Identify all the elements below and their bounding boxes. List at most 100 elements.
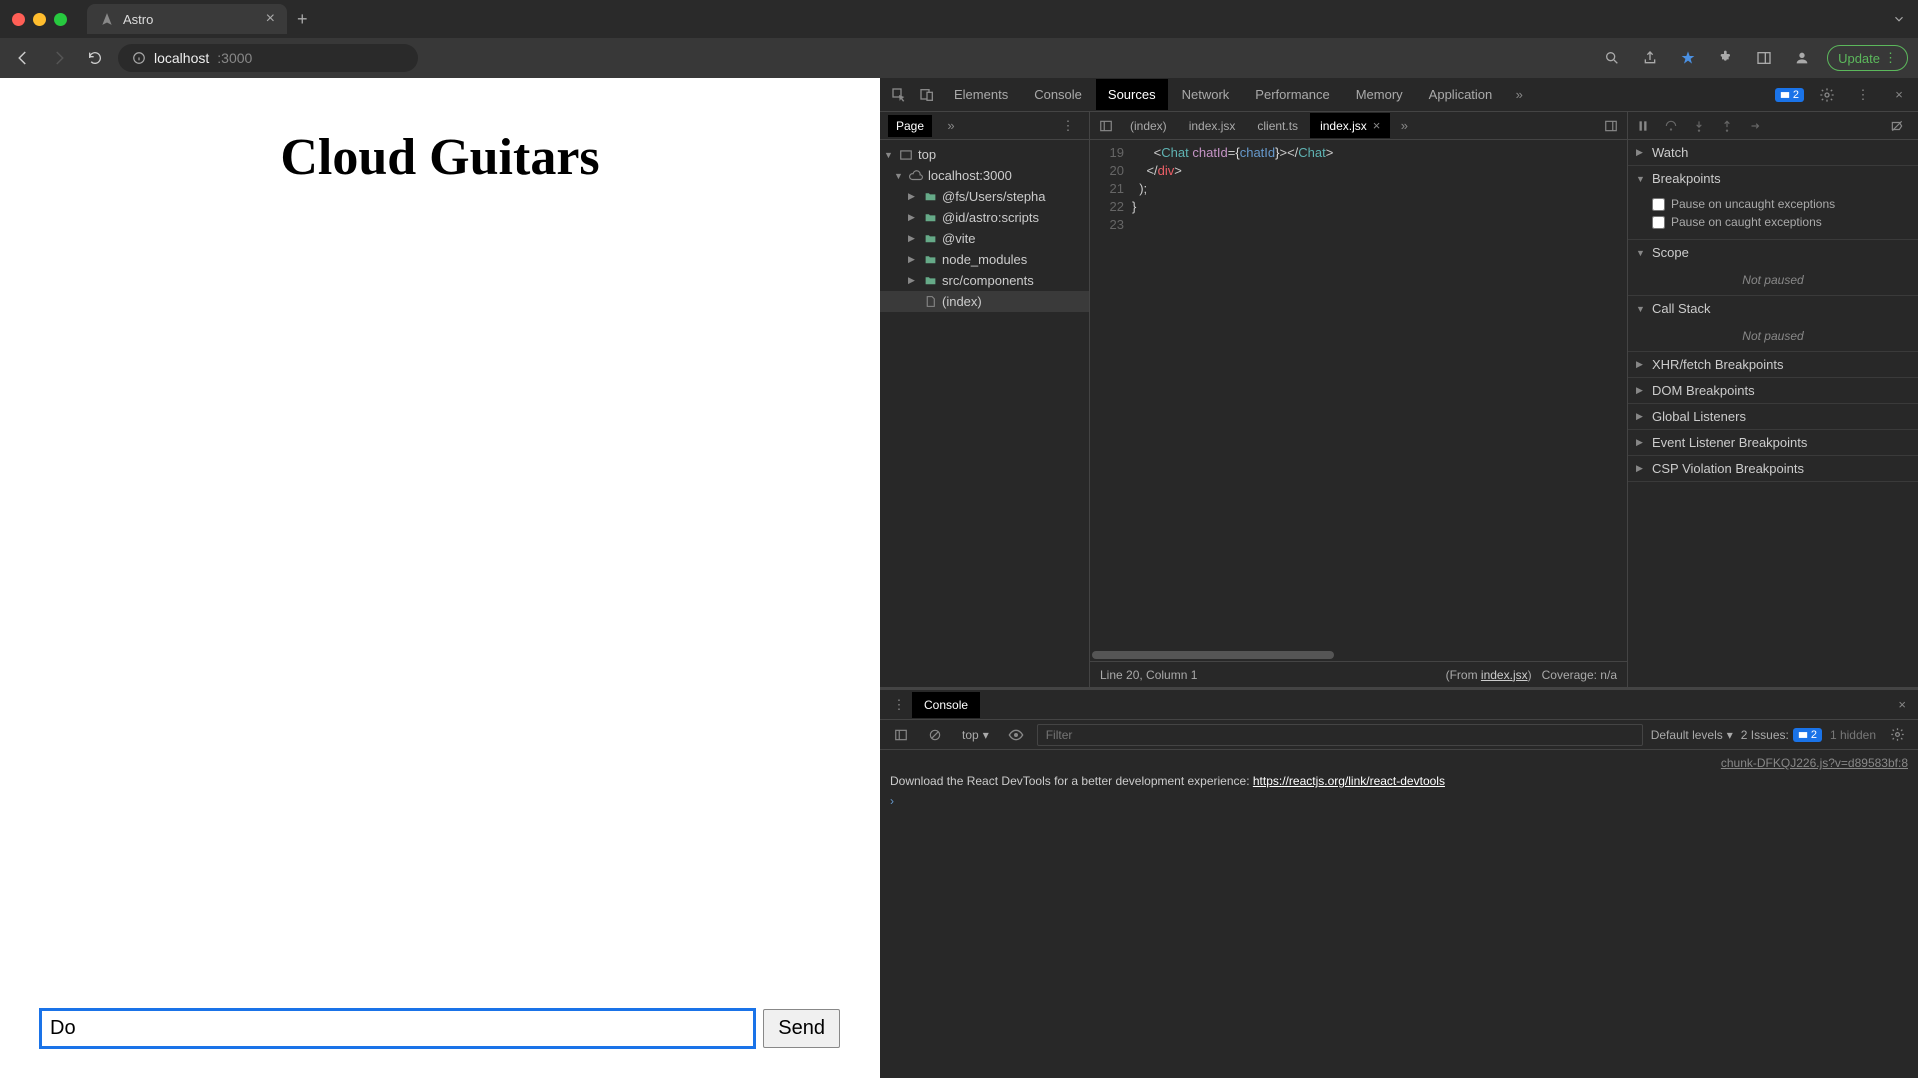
deactivate-breakpoints-icon[interactable] xyxy=(1890,119,1910,133)
section-header[interactable]: ▼Call Stack xyxy=(1628,296,1918,321)
extensions-icon[interactable] xyxy=(1713,45,1739,71)
more-tabs-icon[interactable]: » xyxy=(1506,82,1532,108)
folder-icon xyxy=(922,232,938,245)
close-window-button[interactable] xyxy=(12,13,25,26)
source-map-link[interactable]: index.jsx xyxy=(1481,668,1528,682)
toggle-navigator-icon[interactable] xyxy=(1094,119,1118,133)
editor-tab[interactable]: client.ts xyxy=(1247,114,1308,138)
pause-caught-checkbox[interactable]: Pause on caught exceptions xyxy=(1652,213,1910,231)
side-panel-icon[interactable] xyxy=(1751,45,1777,71)
console-settings-icon[interactable] xyxy=(1884,722,1910,748)
tab-console[interactable]: Console xyxy=(1022,79,1094,110)
console-prompt[interactable]: › xyxy=(890,790,1908,812)
log-levels-selector[interactable]: Default levels ▾ xyxy=(1651,728,1733,742)
drawer-menu-icon[interactable]: ⋮ xyxy=(886,692,912,718)
section-header[interactable]: ▶Global Listeners xyxy=(1628,404,1918,429)
devtools-menu-icon[interactable]: ⋮ xyxy=(1850,82,1876,108)
tree-folder[interactable]: ▶ node_modules xyxy=(880,249,1089,270)
expand-icon: ▶ xyxy=(908,191,918,202)
settings-icon[interactable] xyxy=(1814,82,1840,108)
device-toolbar-icon[interactable] xyxy=(914,82,940,108)
tab-application[interactable]: Application xyxy=(1417,79,1505,110)
share-icon[interactable] xyxy=(1637,45,1663,71)
step-out-icon[interactable] xyxy=(1720,119,1740,133)
issues-summary[interactable]: 2 Issues: 2 xyxy=(1741,728,1822,742)
address-bar[interactable]: localhost:3000 xyxy=(118,44,418,72)
console-toolbar: top ▾ Default levels ▾ 2 Issues: 2 xyxy=(880,720,1918,750)
navigator-menu-icon[interactable]: ⋮ xyxy=(1055,113,1081,139)
clear-console-icon[interactable] xyxy=(922,722,948,748)
forward-button[interactable] xyxy=(46,45,72,71)
live-expression-icon[interactable] xyxy=(1003,722,1029,748)
horizontal-scrollbar[interactable] xyxy=(1090,651,1627,661)
tab-network[interactable]: Network xyxy=(1170,79,1242,110)
tree-folder[interactable]: ▶ @id/astro:scripts xyxy=(880,207,1089,228)
section-label: Breakpoints xyxy=(1652,171,1721,186)
browser-tab[interactable]: Astro × xyxy=(87,4,287,34)
tabs-menu-icon[interactable] xyxy=(1892,12,1906,26)
pause-icon[interactable] xyxy=(1636,119,1656,133)
tree-file[interactable]: (index) xyxy=(880,291,1089,312)
chat-input[interactable] xyxy=(40,1009,755,1048)
send-button[interactable]: Send xyxy=(763,1009,840,1048)
close-drawer-icon[interactable]: × xyxy=(1892,697,1912,712)
tree-host[interactable]: ▼ localhost:3000 xyxy=(880,165,1089,186)
inspect-element-icon[interactable] xyxy=(886,82,912,108)
maximize-window-button[interactable] xyxy=(54,13,67,26)
tree-folder[interactable]: ▶ @fs/Users/stepha xyxy=(880,186,1089,207)
step-over-icon[interactable] xyxy=(1664,119,1684,133)
console-context-selector[interactable]: top ▾ xyxy=(956,726,995,744)
editor-tab[interactable]: index.jsx xyxy=(1179,114,1246,138)
editor-tab[interactable]: (index) xyxy=(1120,114,1177,138)
close-devtools-icon[interactable]: × xyxy=(1886,82,1912,108)
navigator-tabs: Page » ⋮ xyxy=(880,112,1089,140)
tab-elements[interactable]: Elements xyxy=(942,79,1020,110)
editor-tab[interactable]: index.jsx× xyxy=(1310,113,1390,138)
close-tab-icon[interactable]: × xyxy=(266,10,275,28)
new-tab-button[interactable]: + xyxy=(297,9,308,30)
section-header[interactable]: ▶XHR/fetch Breakpoints xyxy=(1628,352,1918,377)
tab-performance[interactable]: Performance xyxy=(1243,79,1341,110)
console-filter-input[interactable] xyxy=(1037,724,1643,746)
console-output[interactable]: chunk-DFKQJ226.js?v=d89583bf:8 Download … xyxy=(880,750,1918,1078)
navigator-tab-page[interactable]: Page xyxy=(888,115,932,137)
tab-memory[interactable]: Memory xyxy=(1344,79,1415,110)
section-header[interactable]: ▶DOM Breakpoints xyxy=(1628,378,1918,403)
step-icon[interactable] xyxy=(1748,119,1768,133)
tree-root[interactable]: ▼ top xyxy=(880,144,1089,165)
toggle-debugger-icon[interactable] xyxy=(1599,119,1623,133)
section-header[interactable]: ▶Event Listener Breakpoints xyxy=(1628,430,1918,455)
section-header[interactable]: ▼Scope xyxy=(1628,240,1918,265)
back-button[interactable] xyxy=(10,45,36,71)
step-into-icon[interactable] xyxy=(1692,119,1712,133)
site-info-icon[interactable] xyxy=(132,51,146,65)
section-header[interactable]: ▶CSP Violation Breakpoints xyxy=(1628,456,1918,481)
console-source-link[interactable]: chunk-DFKQJ226.js?v=d89583bf:8 xyxy=(890,754,1908,772)
section-header[interactable]: ▼Breakpoints xyxy=(1628,166,1918,191)
scrollbar-thumb[interactable] xyxy=(1092,651,1334,659)
tree-folder[interactable]: ▶ src/components xyxy=(880,270,1089,291)
update-button[interactable]: Update ⋮ xyxy=(1827,45,1908,71)
section-label: CSP Violation Breakpoints xyxy=(1652,461,1804,476)
zoom-icon[interactable] xyxy=(1599,45,1625,71)
line-number: 21 xyxy=(1090,180,1124,198)
tab-sources[interactable]: Sources xyxy=(1096,79,1168,110)
editor-status-bar: Line 20, Column 1 (From index.jsx) Cover… xyxy=(1090,661,1627,687)
code-area[interactable]: 19 20 21 22 23 <Chat chatId={chatId}></C… xyxy=(1090,140,1627,661)
reload-button[interactable] xyxy=(82,45,108,71)
tree-folder[interactable]: ▶ @vite xyxy=(880,228,1089,249)
hidden-messages[interactable]: 1 hidden xyxy=(1830,728,1876,742)
close-tab-icon[interactable]: × xyxy=(1373,118,1381,133)
section-header[interactable]: ▶Watch xyxy=(1628,140,1918,165)
bookmark-icon[interactable] xyxy=(1675,45,1701,71)
issues-badge[interactable]: 2 xyxy=(1775,88,1804,102)
console-drawer-tab[interactable]: Console xyxy=(912,692,980,718)
react-devtools-link[interactable]: https://reactjs.org/link/react-devtools xyxy=(1253,774,1445,788)
pause-uncaught-checkbox[interactable]: Pause on uncaught exceptions xyxy=(1652,195,1910,213)
navigator-more-icon[interactable]: » xyxy=(938,113,964,139)
minimize-window-button[interactable] xyxy=(33,13,46,26)
toggle-console-sidebar-icon[interactable] xyxy=(888,722,914,748)
profile-icon[interactable] xyxy=(1789,45,1815,71)
more-tabs-icon[interactable]: » xyxy=(1392,118,1416,133)
folder-icon xyxy=(922,253,938,266)
